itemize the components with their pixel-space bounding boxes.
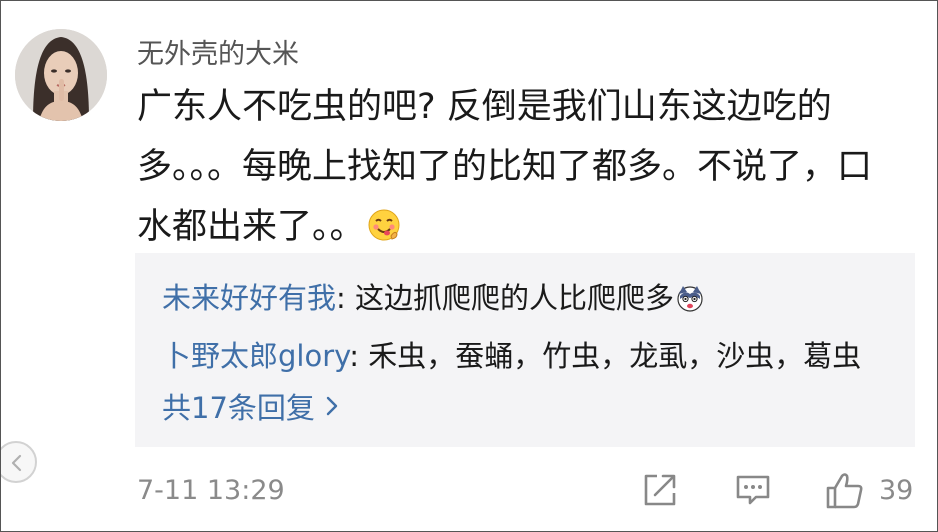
view-all-replies-label: 共17条回复 <box>162 391 315 425</box>
like-button[interactable] <box>825 471 865 515</box>
comment-line: 多。。。每晚上找知了的比知了都多。不说了，口 <box>137 147 873 187</box>
reply-separator: : <box>336 281 356 315</box>
comment-timestamp: 7-11 13:29 <box>137 475 285 506</box>
comment-icon <box>734 475 772 513</box>
share-button[interactable] <box>641 471 679 513</box>
reply-item: 未来好好有我: 这边抓爬爬的人比爬爬多 <box>162 275 704 319</box>
like-count: 39 <box>879 475 914 506</box>
reply-item: 卜野太郎glory: 禾虫，蚕蛹，竹虫，龙虱，沙虫，葛虫 <box>162 333 861 375</box>
comment-line: 广东人不吃虫的吧? 反倒是我们山东这边吃的 <box>137 87 832 127</box>
chevron-right-icon <box>325 390 339 424</box>
comment-username[interactable]: 无外壳的大米 <box>137 32 299 71</box>
back-button[interactable] <box>1 441 37 483</box>
replies-panel: 未来好好有我: 这边抓爬爬的人比爬爬多 卜野太郎glory: 禾虫，蚕蛹，竹虫，… <box>135 253 915 447</box>
view-all-replies-link[interactable]: 共17条回复 <box>162 385 339 427</box>
reply-text: 这边抓爬爬的人比爬爬多 <box>355 281 675 315</box>
surprised-dog-emoji <box>676 284 704 319</box>
comment-card: 无外壳的大米 广东人不吃虫的吧? 反倒是我们山东这边吃的 多。。。每晚上找知了的… <box>0 0 938 532</box>
avatar[interactable] <box>15 29 107 121</box>
reply-username[interactable]: 卜野太郎glory <box>162 339 349 373</box>
reply-text: 禾虫，蚕蛹，竹虫，龙虱，沙虫，葛虫 <box>368 339 862 373</box>
reply-button[interactable] <box>734 471 772 513</box>
share-icon <box>641 474 679 513</box>
comment-text: 广东人不吃虫的吧? 反倒是我们山东这边吃的 多。。。每晚上找知了的比知了都多。不… <box>137 77 917 261</box>
reply-username[interactable]: 未来好好有我 <box>162 281 336 315</box>
reply-separator: : <box>349 339 369 373</box>
comment-line-text: 水都出来了。。 <box>137 207 365 247</box>
thumbs-up-icon <box>825 473 865 515</box>
yummy-face-emoji <box>367 201 401 261</box>
comment-line-last: 水都出来了。。 <box>137 197 917 261</box>
